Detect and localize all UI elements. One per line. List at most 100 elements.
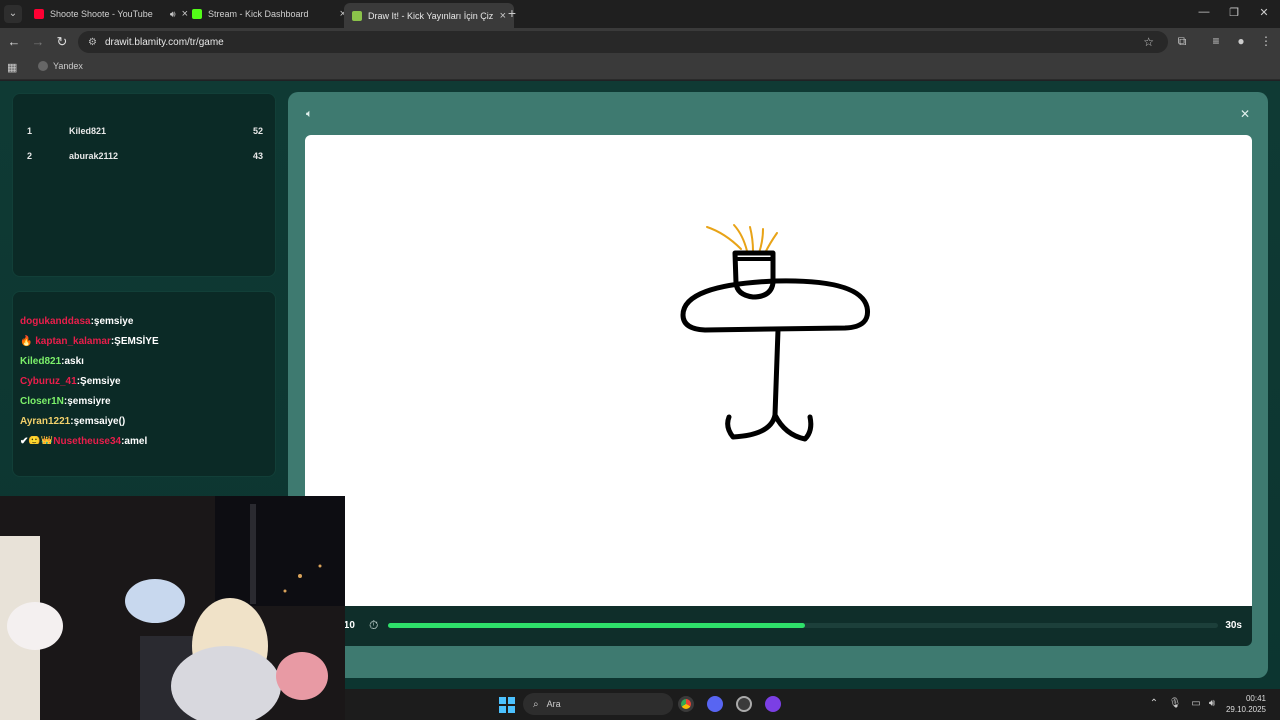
tab-search-button[interactable]: ⌄ [4,5,22,23]
game-status-bar: /10 ⏱ 30s [305,606,1252,646]
clock-date: 29.10.2025 [1225,705,1266,714]
search-label: Ara [546,699,561,709]
draw-it-icon [352,10,362,21]
browser-menu-icon[interactable]: ⋮ [1258,34,1274,48]
bookmark-label: Yandex [53,61,83,71]
tab-title: Shoote Shoote - YouTube [50,9,153,19]
chat-panel: dogukanddasa:şemsiye 🔥 kaptan_kalamar:ŞE… [12,291,276,477]
webcam-image [0,496,345,720]
chat-text: :şemsiye [90,316,134,327]
new-tab-button[interactable]: + [505,5,519,21]
flame-stroke [758,228,764,254]
minimize-icon[interactable]: — [1197,6,1211,18]
youtube-icon [34,9,44,19]
volume-icon[interactable]: 🔊︎ [1205,698,1219,709]
url-input[interactable] [104,36,1005,48]
display-icon[interactable]: ▭ [1189,698,1203,709]
chat-message: 🔥 kaptan_kalamar:ŞEMSİYE [20,336,159,347]
chat-message: Kiled821:askı [20,356,84,367]
chrome-icon[interactable] [678,696,694,712]
apps-grid-icon[interactable]: ▦ [7,61,17,74]
timer-icon: ⏱ [369,618,379,632]
chat-message: Ayran1221:şemsaiye() [20,416,125,427]
leaderboard-row: 1 Kiled821 52 [27,126,263,142]
timer-progress-bar [388,623,1218,628]
player-name: aburak2112 [69,151,119,161]
chat-username[interactable]: kaptan_kalamar [35,336,111,347]
webcam-overlay [0,496,345,720]
app-icon[interactable] [765,696,781,712]
drawing [680,224,871,442]
close-icon[interactable]: ✕ [1240,107,1250,121]
leaderboard-panel: 1 Kiled821 52 2 aburak2112 43 [12,93,276,277]
flame-stroke [706,226,742,250]
rank: 1 [27,126,33,136]
browser-toolbar: ← → ↻ ⚙ ☆ ⧉ ≡ ● ⋮ [0,28,1280,56]
flame-stroke [733,224,748,252]
globe-icon [38,61,48,71]
chat-username[interactable]: Closer1N [20,396,64,407]
chat-text: :ŞEMSİYE [110,336,159,347]
drawing-canvas[interactable] [305,135,1252,606]
bookmarks-bar: ▦ Yandex [0,56,1280,80]
game-panel: 🔈︎ ✕ /10 ⏱ 30s [288,92,1268,678]
profile-avatar[interactable]: ● [1233,34,1249,48]
chat-username[interactable]: Nusetheuse34 [53,436,121,444]
forward-icon[interactable]: → [30,34,46,49]
player-name: Kiled821 [69,126,107,136]
chat-message: Cyburuz_41:Şemsiye [20,376,121,387]
rank: 2 [27,151,33,161]
player-score: 52 [252,126,263,136]
address-bar[interactable]: ⚙ ☆ [78,31,1168,53]
table-leg-stroke [772,412,814,442]
chat-text: :şemsaiye() [70,416,126,427]
bookmark-star-icon[interactable]: ☆ [1143,35,1154,49]
taskbar-search[interactable]: ⌕ Ara [523,693,673,715]
chat-badge: 🔥 [20,336,33,347]
discord-icon[interactable] [707,696,723,712]
kick-icon [192,9,202,19]
extensions-icon[interactable]: ⧉ [1174,34,1190,49]
window-close-icon[interactable]: ✕ [1257,6,1271,19]
tab-kick-dashboard[interactable]: Stream - Kick Dashboard × [184,3,354,25]
chat-badge: ✔🙂👑 [20,436,54,444]
chat-text: :şemsiyre [63,396,111,407]
chat-username[interactable]: dogukanddasa [20,316,91,327]
tab-title: Stream - Kick Dashboard [208,9,309,19]
site-info-icon[interactable]: ⚙ [88,37,97,48]
tab-bar: ⌄ Shoote Shoote - YouTube 🔊︎ × Stream - … [0,0,1280,28]
table-top-stroke [680,278,871,333]
flame-stroke [764,232,778,254]
chat-username[interactable]: Cyburuz_41 [20,376,77,387]
microphone-icon[interactable]: 🎙︎ [1168,698,1182,709]
flame-stroke [749,226,754,252]
clock-time: 00:41 [1245,694,1266,703]
search-icon: ⌕ [533,698,539,710]
media-controls-icon[interactable]: ≡ [1208,34,1224,48]
time-left: 30s [1225,620,1242,631]
show-hidden-icons[interactable]: ⌃ [1147,698,1161,709]
windows-taskbar: ⌕ Ara ⌃ 🎙︎ ▭ 🔊︎ 00:41 29.10.2025 [345,689,1280,720]
chat-username[interactable]: Kiled821 [20,356,61,367]
bookmark-yandex[interactable]: Yandex [38,61,83,71]
restore-icon[interactable]: ❐ [1227,6,1241,19]
tab-youtube[interactable]: Shoote Shoote - YouTube 🔊︎ × [26,3,196,25]
tab-draw-it[interactable]: Draw It! - Kick Yayınları İçin Çiz... × [344,3,514,28]
chat-message: Closer1N:şemsiyre [20,396,111,407]
back-icon[interactable]: ← [6,34,22,49]
chat-username[interactable]: Ayran1221 [20,416,70,427]
chat-text: :amel [121,436,148,444]
obs-icon[interactable] [736,696,752,712]
taskbar-clock[interactable]: 00:41 29.10.2025 [1226,693,1266,715]
player-score: 43 [252,151,263,161]
tab-title: Draw It! - Kick Yayınları İçin Çiz... [368,10,494,21]
reload-icon[interactable]: ↻ [54,34,70,50]
windows-start-icon[interactable] [499,697,515,713]
sound-icon[interactable]: 🔈︎ [306,108,313,121]
timer-progress-fill [388,623,806,628]
table-leg-stroke [725,327,781,440]
speaker-icon[interactable]: 🔊︎ [170,9,176,20]
chat-message: dogukanddasa:şemsiye [20,316,133,327]
chat-text: :askı [61,356,84,367]
leaderboard-row: 2 aburak2112 43 [27,151,263,167]
